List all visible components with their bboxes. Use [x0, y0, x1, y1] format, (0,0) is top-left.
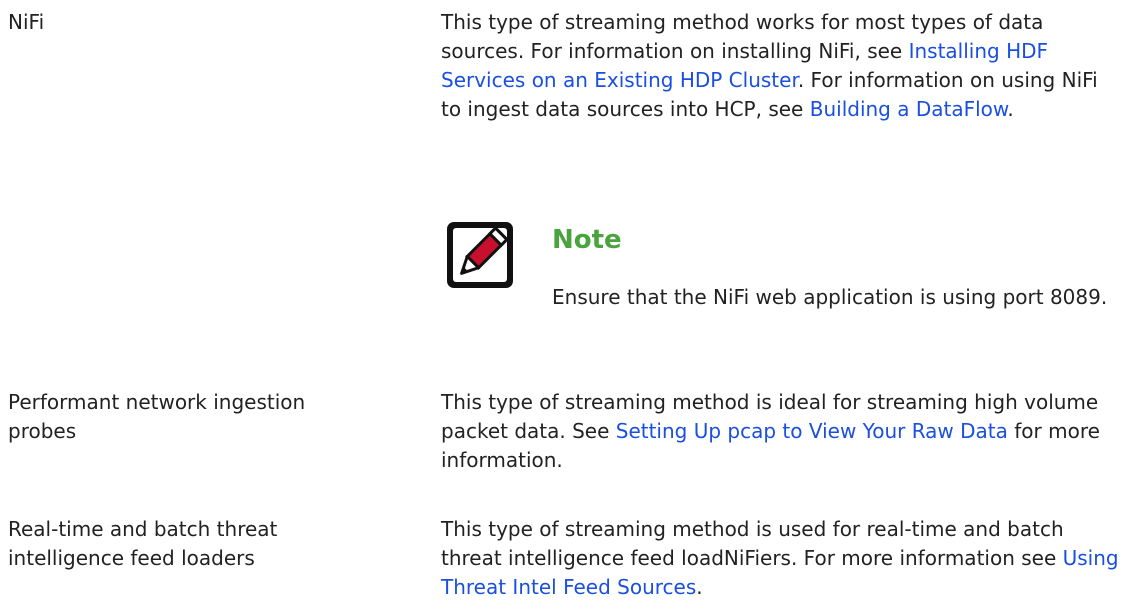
row-label: Performant network ingestion probes [8, 390, 306, 443]
pencil-note-icon [441, 218, 525, 292]
description-text-part: . [1007, 97, 1014, 121]
description-text: This type of streaming method is ideal f… [441, 388, 1121, 475]
note-text: Ensure that the NiFi web application is … [552, 285, 1108, 309]
description-text: This type of streaming method is used fo… [441, 515, 1121, 602]
row-description: This type of streaming method works for … [441, 8, 1121, 309]
row-description: This type of streaming method is ideal f… [441, 388, 1121, 475]
link-setting-up-pcap[interactable]: Setting Up pcap to View Your Raw Data [616, 419, 1008, 443]
row-description: This type of streaming method is used fo… [441, 515, 1121, 602]
row-label: Real-time and batch threat intelligence … [8, 517, 278, 570]
description-text-part: This type of streaming method is used fo… [441, 517, 1064, 570]
link-building-a-dataflow[interactable]: Building a DataFlow [810, 97, 1008, 121]
note-title: Note [552, 225, 622, 255]
row-label: NiFi [8, 10, 45, 34]
description-text: This type of streaming method works for … [441, 8, 1121, 124]
description-text-part: . [696, 575, 703, 599]
